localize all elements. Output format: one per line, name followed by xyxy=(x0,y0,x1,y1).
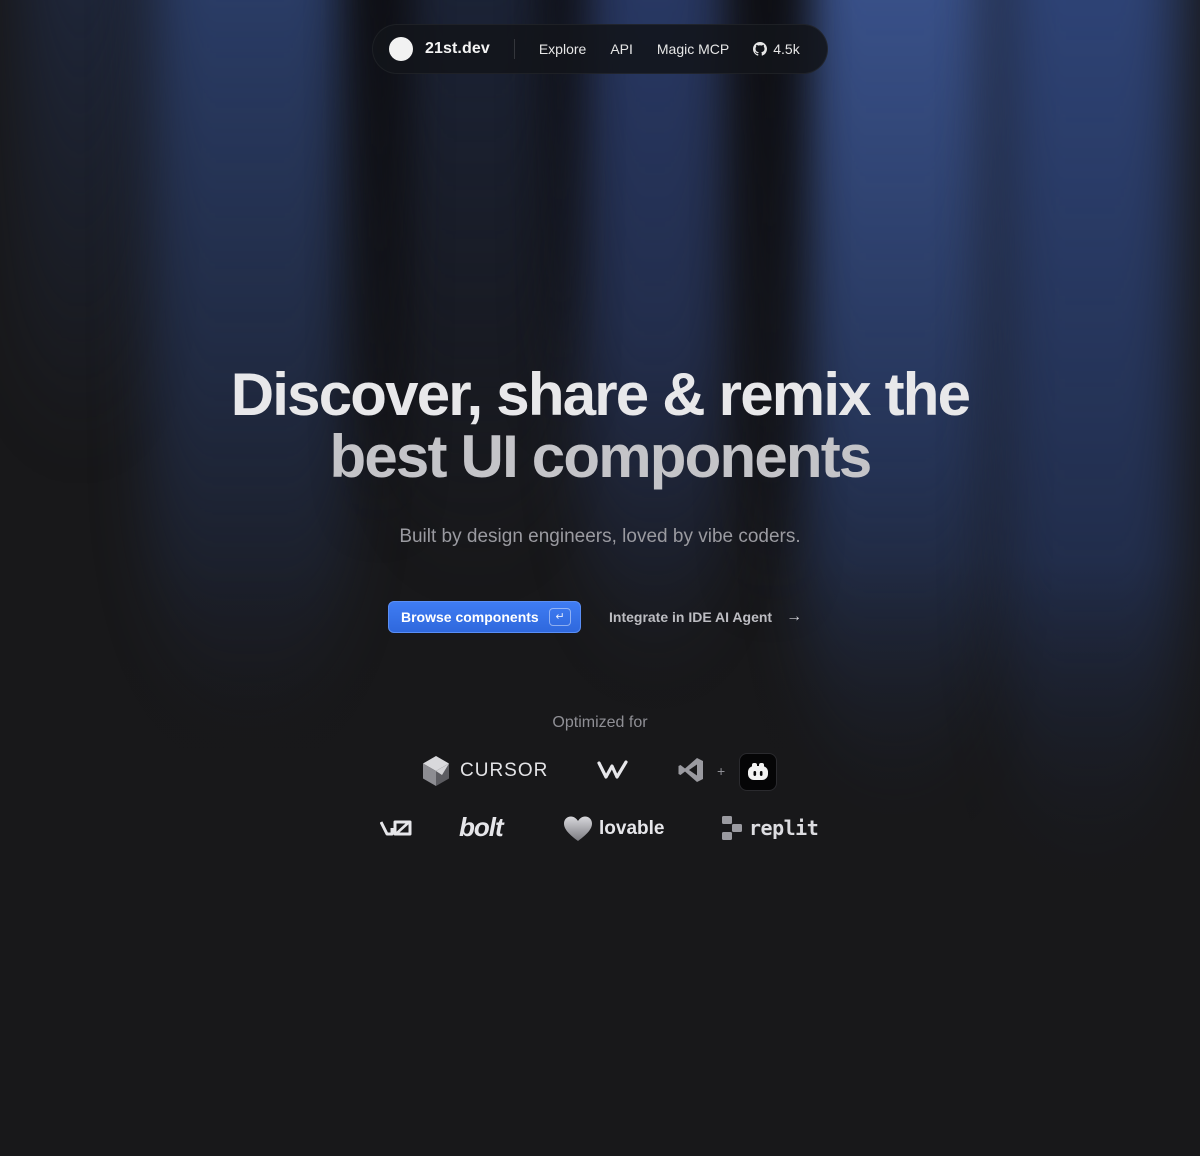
cursor-cube-icon xyxy=(423,756,449,786)
v0-logo[interactable] xyxy=(380,818,414,838)
replit-logo[interactable]: replit xyxy=(721,815,819,841)
windsurf-icon xyxy=(597,760,628,779)
brand-name[interactable]: 21st.dev xyxy=(425,40,490,58)
nav-divider xyxy=(513,39,515,59)
top-navbar: 21st.dev Explore API Magic MCP 4.5k xyxy=(372,24,828,74)
heart-icon xyxy=(564,816,592,841)
background-light-beams xyxy=(0,0,1200,1156)
optimized-for-label: Optimized for xyxy=(552,714,648,731)
nav-link-magic-mcp[interactable]: Magic MCP xyxy=(657,41,729,57)
nav-link-explore[interactable]: Explore xyxy=(539,41,586,57)
site-logo[interactable] xyxy=(389,37,413,61)
hero-title: Discover, share & remix the best UI comp… xyxy=(0,364,1200,488)
hero-subtitle: Built by design engineers, loved by vibe… xyxy=(399,526,801,547)
v0-icon xyxy=(380,820,412,836)
hero-title-line-1: Discover, share & remix the xyxy=(230,361,971,428)
bolt-logo[interactable]: bolt xyxy=(459,812,504,843)
browse-components-label: Browse components xyxy=(401,609,539,625)
cursor-logo[interactable]: CURSOR xyxy=(422,755,548,787)
integrate-ide-agent-label: Integrate in IDE AI Agent xyxy=(609,609,773,625)
plus-sign: + xyxy=(717,763,726,779)
cursor-wordmark: CURSOR xyxy=(460,760,549,781)
lovable-wordmark: lovable xyxy=(599,818,665,839)
lovable-logo[interactable]: lovable xyxy=(563,815,664,843)
github-icon xyxy=(753,42,768,56)
replit-icon xyxy=(722,816,742,840)
browse-components-button[interactable]: Browse components ↵ xyxy=(388,601,581,633)
copilot-icon xyxy=(748,763,768,780)
bolt-wordmark: bolt xyxy=(459,812,504,842)
integrate-ide-agent-button[interactable]: Integrate in IDE AI Agent → xyxy=(609,606,802,628)
github-stars-link[interactable]: 4.5k xyxy=(753,41,800,57)
nav-link-api[interactable]: API xyxy=(610,41,633,57)
github-star-count: 4.5k xyxy=(773,41,800,57)
hero-title-line-2: best UI components xyxy=(329,423,873,490)
arrow-right-icon: → xyxy=(786,608,803,625)
vscode-logo[interactable] xyxy=(677,756,705,784)
windsurf-logo[interactable] xyxy=(597,758,629,782)
replit-wordmark: replit xyxy=(749,816,819,840)
github-copilot-logo[interactable] xyxy=(739,753,777,791)
enter-key-icon: ↵ xyxy=(549,608,571,626)
vscode-icon xyxy=(678,758,703,782)
